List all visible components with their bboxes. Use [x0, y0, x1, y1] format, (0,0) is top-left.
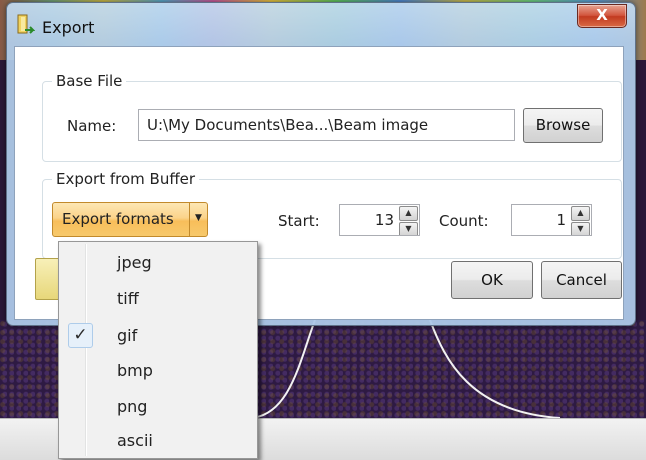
- up-arrow-icon[interactable]: ▲: [399, 206, 418, 221]
- down-arrow-icon[interactable]: ▼: [571, 222, 590, 235]
- menu-item-ascii[interactable]: ascii: [61, 424, 255, 458]
- menu-item-label: ascii: [117, 431, 153, 450]
- menu-item-png[interactable]: png: [61, 390, 255, 424]
- count-label: Count:: [439, 212, 489, 230]
- menu-item-label: gif: [117, 326, 138, 345]
- close-icon: X: [596, 6, 608, 24]
- cancel-button[interactable]: Cancel: [541, 261, 622, 299]
- app-icon: [17, 14, 35, 34]
- checkmark-icon: ✓: [68, 323, 93, 348]
- export-formats-dropdown-button[interactable]: Export formats ▼: [52, 202, 208, 237]
- name-field[interactable]: U:\My Documents\Bea...\Beam image: [138, 109, 515, 141]
- close-button[interactable]: X: [577, 4, 627, 28]
- menu-item-bmp[interactable]: bmp: [61, 354, 255, 388]
- down-arrow-icon[interactable]: ▼: [399, 222, 418, 235]
- menu-item-label: png: [117, 397, 148, 416]
- start-value: 13: [374, 211, 394, 229]
- menu-item-jpeg[interactable]: jpeg: [61, 246, 255, 280]
- menu-item-label: bmp: [117, 361, 153, 380]
- up-arrow-icon[interactable]: ▲: [571, 206, 590, 221]
- ok-button[interactable]: OK: [451, 261, 533, 299]
- count-spin-buttons[interactable]: ▲ ▼: [571, 206, 590, 235]
- start-spinbox[interactable]: 13 ▲ ▼: [339, 204, 420, 236]
- menu-item-label: jpeg: [117, 253, 152, 272]
- menu-item-tiff[interactable]: tiff: [61, 282, 255, 316]
- dialog-title: Export: [42, 18, 95, 37]
- count-value: 1: [556, 211, 566, 229]
- name-label: Name:: [67, 117, 117, 135]
- start-label: Start:: [278, 212, 320, 230]
- browse-button[interactable]: Browse: [523, 108, 603, 143]
- export-from-buffer-legend: Export from Buffer: [52, 170, 200, 188]
- menu-item-label: tiff: [117, 289, 139, 308]
- export-formats-menu: jpeg tiff ✓ gif bmp png ascii: [58, 241, 258, 459]
- menu-item-gif[interactable]: ✓ gif: [61, 319, 255, 353]
- base-file-legend: Base File: [52, 72, 127, 90]
- export-formats-label: Export formats: [62, 210, 174, 228]
- title-bar[interactable]: Export X: [7, 3, 635, 47]
- start-spin-buttons[interactable]: ▲ ▼: [399, 206, 418, 235]
- count-spinbox[interactable]: 1 ▲ ▼: [511, 204, 592, 236]
- chevron-down-icon: ▼: [189, 203, 207, 236]
